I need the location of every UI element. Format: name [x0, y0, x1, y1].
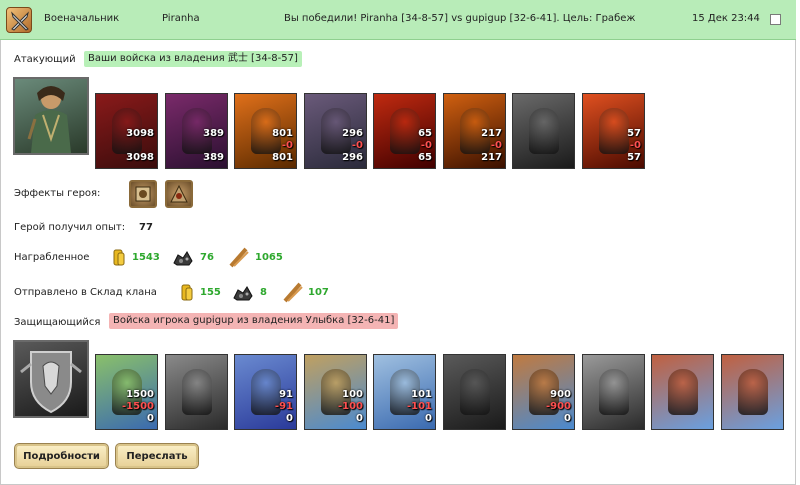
- defender-unit-start-count: 91: [279, 389, 293, 400]
- attacker-unit-7[interactable]: [512, 93, 575, 169]
- attacker-unit-loss-count: -0: [629, 140, 641, 151]
- attacker-unit-5[interactable]: 65 -0 65: [373, 93, 436, 169]
- defender-unit-figure: [460, 369, 490, 415]
- defender-unit-end-count: 0: [286, 413, 293, 424]
- attacker-unit-2[interactable]: 389 389: [165, 93, 228, 169]
- defender-unit-start-count: 101: [411, 389, 432, 400]
- attacker-unit-loss-count: -0: [281, 140, 293, 151]
- loot-ore-value: 76: [200, 252, 214, 263]
- select-checkbox[interactable]: [770, 14, 781, 25]
- attacker-unit-start-count: 217: [481, 128, 502, 139]
- hero-effect-icon-2[interactable]: [165, 180, 193, 208]
- defender-unit-end-count: 0: [425, 413, 432, 424]
- attacker-unit-end-count: 65: [418, 152, 432, 163]
- defender-unit-loss-count: -900: [545, 401, 571, 412]
- attacker-unit-1[interactable]: 3098 3098: [95, 93, 158, 169]
- attacker-unit-end-count: 3098: [126, 152, 154, 163]
- attacker-unit-end-count: 296: [342, 152, 363, 163]
- battle-swords-icon: [6, 7, 32, 33]
- attacker-unit-loss-count: -0: [490, 140, 502, 151]
- defender-unit-figure: [182, 369, 212, 415]
- defender-unit-loss-count: -1500: [122, 401, 154, 412]
- attacker-unit-end-count: 389: [203, 152, 224, 163]
- defender-tag: Войска игрока gupigup из владения Улыбка…: [109, 313, 399, 329]
- defender-unit-2[interactable]: [165, 354, 228, 430]
- header-date: 15 Дек 23:44: [692, 13, 760, 24]
- clan-gold-icon: [177, 282, 197, 302]
- attacker-label: Атакующий: [14, 54, 76, 65]
- defender-unit-5[interactable]: 101 -101 0: [373, 354, 436, 430]
- defender-unit-start-count: 100: [342, 389, 363, 400]
- defender-unit-loss-count: -91: [274, 401, 293, 412]
- defender-unit-4[interactable]: 100 -100 0: [304, 354, 367, 430]
- gold-icon: [109, 247, 129, 267]
- defender-unit-loss-count: -100: [337, 401, 363, 412]
- wood-icon: [228, 246, 249, 268]
- experience-value: 77: [139, 222, 153, 233]
- details-button[interactable]: Подробности: [14, 443, 109, 469]
- defender-unit-start-count: 1500: [126, 389, 154, 400]
- attacker-unit-end-count: 57: [627, 152, 641, 163]
- attacker-unit-start-count: 65: [418, 128, 432, 139]
- clan-ore-value: 8: [260, 287, 267, 298]
- clan-ore-icon: [232, 282, 253, 302]
- defender-unit-loss-count: -101: [406, 401, 432, 412]
- attacker-hero-portrait[interactable]: [13, 77, 89, 155]
- clan-wood-icon: [282, 281, 303, 303]
- defender-unit-8[interactable]: [582, 354, 645, 430]
- attacker-unit-3[interactable]: 801 -0 801: [234, 93, 297, 169]
- defender-unit-3[interactable]: 91 -91 0: [234, 354, 297, 430]
- forward-button[interactable]: Переслать: [115, 443, 199, 469]
- attacker-unit-figure: [390, 108, 420, 154]
- header-role: Военачальник: [44, 13, 120, 24]
- hero-effect-icon-1[interactable]: [129, 180, 157, 208]
- defender-unit-end-count: 0: [356, 413, 363, 424]
- defender-unit-end-count: 0: [564, 413, 571, 424]
- attacker-unit-8[interactable]: 57 -0 57: [582, 93, 645, 169]
- defender-unit-6[interactable]: [443, 354, 506, 430]
- attacker-unit-end-count: 801: [272, 152, 293, 163]
- attacker-unit-start-count: 801: [272, 128, 293, 139]
- clan-wood-value: 107: [308, 287, 329, 298]
- defender-unit-1[interactable]: 1500 -1500 0: [95, 354, 158, 430]
- report-header: Военачальник Piranha Вы победили! Piranh…: [0, 0, 796, 40]
- defender-unit-figure: [738, 369, 768, 415]
- experience-label: Герой получил опыт:: [14, 222, 126, 233]
- defender-unit-end-count: 0: [147, 413, 154, 424]
- header-battle-message: Вы победили! Piranha [34-8-57] vs gupigu…: [284, 13, 636, 24]
- attacker-unit-loss-count: -0: [351, 140, 363, 151]
- defender-unit-start-count: 900: [550, 389, 571, 400]
- attacker-unit-6[interactable]: 217 -0 217: [443, 93, 506, 169]
- defender-label: Защищающийся: [14, 317, 101, 328]
- loot-wood-value: 1065: [255, 252, 283, 263]
- attacker-unit-start-count: 57: [627, 128, 641, 139]
- defender-unit-7[interactable]: 900 -900 0: [512, 354, 575, 430]
- hero-effects-label: Эффекты героя:: [14, 188, 101, 199]
- attacker-unit-figure: [529, 108, 559, 154]
- loot-label: Награбленное: [14, 252, 90, 263]
- ore-icon: [172, 247, 193, 267]
- attacker-unit-loss-count: -0: [420, 140, 432, 151]
- defender-unit-10[interactable]: [721, 354, 784, 430]
- attacker-unit-end-count: 217: [481, 152, 502, 163]
- loot-gold-value: 1543: [132, 252, 160, 263]
- attacker-unit-start-count: 3098: [126, 128, 154, 139]
- header-player-name[interactable]: Piranha: [162, 13, 200, 24]
- defender-crest-portrait[interactable]: [13, 340, 89, 418]
- defender-unit-figure: [599, 369, 629, 415]
- clan-gold-value: 155: [200, 287, 221, 298]
- attacker-unit-start-count: 296: [342, 128, 363, 139]
- attacker-unit-figure: [599, 108, 629, 154]
- defender-unit-9[interactable]: [651, 354, 714, 430]
- attacker-unit-4[interactable]: 296 -0 296: [304, 93, 367, 169]
- attacker-unit-start-count: 389: [203, 128, 224, 139]
- defender-unit-figure: [668, 369, 698, 415]
- attacker-tag: Ваши войска из владения 武士 [34-8-57]: [84, 51, 302, 67]
- clan-storage-label: Отправлено в Склад клана: [14, 287, 157, 298]
